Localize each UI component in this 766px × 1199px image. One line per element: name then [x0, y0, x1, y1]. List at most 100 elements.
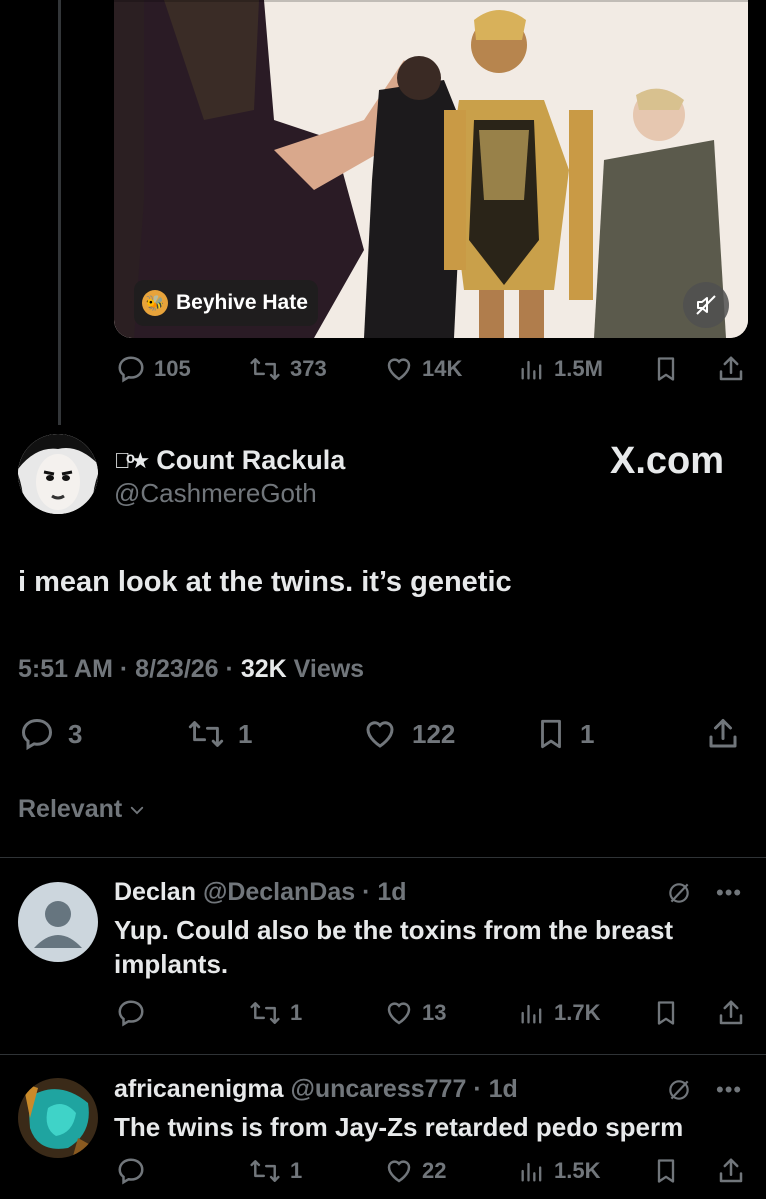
tweet-views-label: Views	[293, 655, 365, 683]
mute-button[interactable]	[683, 282, 729, 328]
author-avatar[interactable]	[18, 434, 98, 514]
reply-avatar-default[interactable]	[18, 882, 98, 962]
volume-muted-icon	[696, 295, 716, 315]
reply-repost-count: 1	[290, 1000, 303, 1025]
main-reply-count: 3	[68, 718, 83, 749]
x-com-watermark: X.com	[610, 440, 725, 482]
reply-icon	[21, 718, 53, 751]
tweet-meta: 5:51 AM · 8/23/26 · 32K Views	[18, 655, 364, 684]
author-handle[interactable]: @CashmereGoth	[114, 478, 317, 509]
tweet-views-count: 32K	[240, 655, 287, 683]
reply-like-button[interactable]: 22	[384, 1156, 446, 1186]
reply-repost-button[interactable]: 1	[248, 1156, 302, 1186]
bookmark-icon	[657, 1001, 675, 1025]
repost-icon	[188, 721, 224, 747]
more-options-icon[interactable]: •••	[716, 1077, 742, 1103]
like-count: 14K	[422, 356, 463, 381]
reply-avatar-opal[interactable]	[18, 1078, 98, 1158]
grok-button[interactable]	[666, 1077, 692, 1108]
main-repost-button[interactable]: 1	[186, 716, 252, 752]
reply-header: Declan @DeclanDas · 1d	[114, 878, 407, 907]
audio-source-chip[interactable]: 🐝 Beyhive Hate	[134, 280, 318, 326]
more-options-icon[interactable]: •••	[716, 880, 742, 906]
main-reply-button[interactable]: 3	[18, 716, 82, 752]
main-like-count: 122	[412, 718, 456, 749]
reply-share-button[interactable]	[716, 998, 746, 1028]
reply-bookmark-button[interactable]	[652, 1156, 680, 1186]
bookmark-icon	[657, 1159, 675, 1183]
views-chart-icon	[521, 1004, 542, 1024]
grok-slash-icon	[669, 883, 689, 903]
reply-bookmark-button[interactable]	[652, 998, 680, 1028]
reply-separator: ·	[473, 1075, 489, 1103]
meta-separator: ·	[225, 655, 241, 683]
author-name-text: Count Rackula	[156, 445, 346, 475]
grok-slash-icon	[669, 1080, 689, 1100]
reply-views-count: 1.5K	[554, 1158, 601, 1183]
heart-icon	[387, 1002, 411, 1025]
repost-button[interactable]: 373	[248, 354, 327, 384]
share-button[interactable]	[716, 354, 746, 384]
reply-button[interactable]: 105	[116, 354, 191, 384]
repost-count: 373	[290, 356, 327, 381]
reply-icon	[118, 356, 144, 383]
bookmark-icon	[541, 719, 561, 749]
reply-author-name[interactable]: africanenigma	[114, 1075, 284, 1103]
reply-author-name[interactable]: Declan	[114, 878, 196, 906]
reply-like-count: 22	[422, 1158, 447, 1183]
tweet-time[interactable]: 5:51 AM	[18, 655, 113, 683]
reply-icon	[118, 1158, 144, 1185]
divider	[0, 857, 766, 858]
chevron-down-icon	[131, 806, 144, 814]
main-repost-count: 1	[238, 718, 253, 749]
repost-icon	[250, 358, 280, 380]
reply-header: africanenigma @uncaress777 · 1d	[114, 1075, 518, 1104]
grok-button[interactable]	[666, 880, 692, 911]
main-like-button[interactable]: 122	[360, 716, 455, 752]
reply-repost-button[interactable]: 1	[248, 998, 302, 1028]
name-prefix-symbols: ◎ͦ★	[114, 447, 151, 473]
avatar-image	[18, 434, 98, 514]
views-button[interactable]: 1.5M	[518, 354, 603, 384]
reply-sort-dropdown[interactable]: Relevant	[18, 795, 146, 824]
reply-views-count: 1.7K	[554, 1000, 601, 1025]
reply-sort-label: Relevant	[18, 795, 123, 823]
tweet-text: i mean look at the twins. it’s genetic	[18, 566, 512, 598]
reply-text: Yup. Could also be the toxins from the b…	[114, 915, 674, 979]
reply-icon	[118, 1000, 144, 1027]
default-avatar-icon	[18, 882, 98, 962]
tweet-date[interactable]: 8/23/26	[135, 655, 218, 683]
repost-icon	[250, 1160, 280, 1182]
share-icon	[709, 719, 737, 748]
reply-like-button[interactable]: 13	[384, 998, 446, 1028]
heart-icon	[387, 358, 411, 381]
divider	[0, 1054, 766, 1055]
main-share-button[interactable]	[704, 716, 742, 752]
meta-separator: ·	[119, 655, 136, 683]
reply-reply-button[interactable]	[116, 998, 146, 1028]
share-icon	[719, 1158, 743, 1183]
reply-age[interactable]: 1d	[377, 878, 406, 906]
reply-text: The twins is from Jay-Zs retarded pedo s…	[114, 1112, 684, 1142]
bookmark-button[interactable]	[652, 354, 680, 384]
reply-author-handle[interactable]: @DeclanDas	[203, 878, 355, 906]
opal-avatar-image	[18, 1078, 98, 1158]
repost-icon	[250, 1002, 280, 1024]
reply-separator: ·	[362, 878, 378, 906]
author-display-name[interactable]: ◎ͦ★ Count Rackula	[114, 445, 345, 476]
reply-views-button[interactable]: 1.5K	[518, 1156, 600, 1186]
main-bookmark-count: 1	[580, 718, 595, 749]
reply-repost-count: 1	[290, 1158, 303, 1183]
main-bookmark-button[interactable]: 1	[534, 716, 594, 752]
reply-views-button[interactable]: 1.7K	[518, 998, 600, 1028]
reply-share-button[interactable]	[716, 1156, 746, 1186]
like-button[interactable]: 14K	[384, 354, 462, 384]
reply-like-count: 13	[422, 1000, 447, 1025]
reply-reply-button[interactable]	[116, 1156, 146, 1186]
reply-count: 105	[154, 356, 191, 381]
bee-avatar-icon: 🐝	[142, 290, 168, 316]
reply-age[interactable]: 1d	[489, 1075, 518, 1103]
share-icon	[719, 1000, 743, 1025]
reply-author-handle[interactable]: @uncaress777	[290, 1075, 466, 1103]
views-count: 1.5M	[554, 356, 603, 381]
